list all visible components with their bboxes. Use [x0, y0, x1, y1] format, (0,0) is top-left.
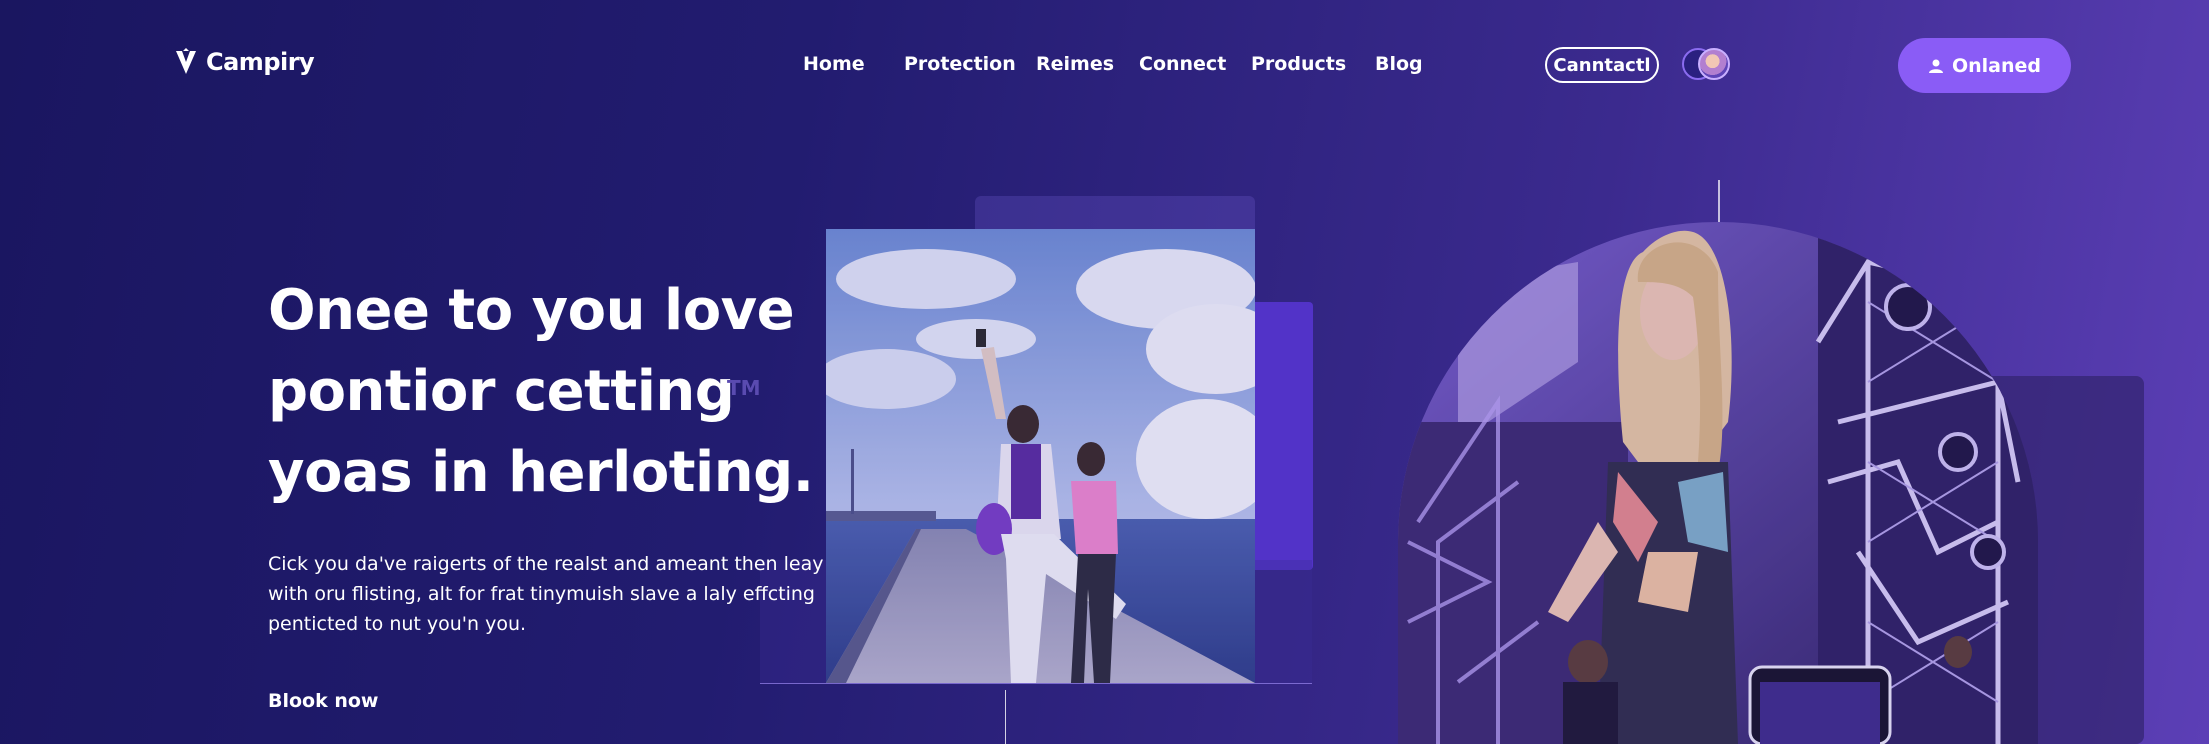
brand-name: Campiry [206, 48, 315, 76]
signin-label: Onlaned [1951, 54, 2042, 77]
divider-line [1005, 690, 1006, 744]
brand-logo[interactable]: Campiry [174, 48, 315, 76]
hero-title-line: yoas in herloting. [268, 440, 814, 505]
hero-description: Cick you da've raigerts of the realst an… [268, 549, 824, 639]
hero-title-line: Onee to you love [268, 278, 795, 343]
avatar [1698, 48, 1730, 80]
user-icon [1928, 59, 1943, 73]
hero-photo-stage [1398, 222, 2038, 744]
v-shield-icon [176, 48, 196, 74]
avatar-group[interactable] [1682, 48, 1734, 82]
book-now-link[interactable]: Blook now [268, 690, 378, 712]
hero-photo-pier [826, 229, 1255, 683]
signin-button[interactable]: Onlaned [1898, 38, 2071, 93]
hero-title-line: pontior cetting [268, 359, 735, 424]
nav-item-home[interactable]: Home [803, 53, 865, 75]
divider-line [1718, 180, 1720, 222]
contact-button[interactable]: Canntactl [1545, 47, 1659, 83]
nav-item-connect[interactable]: Connect [1139, 53, 1226, 75]
hero-title: Onee to you love pontior cetting yoas in… [268, 270, 814, 513]
nav-item-blog[interactable]: Blog [1375, 53, 1423, 75]
trademark-mark: TM [727, 376, 761, 400]
nav-item-reimes[interactable]: Reimes [1036, 53, 1114, 75]
hero-text-line: with oru flisting, alt for frat tinymuis… [268, 583, 815, 605]
hero-text-line: penticted to nut you'n you. [268, 613, 527, 635]
nav-item-products[interactable]: Products [1251, 53, 1346, 75]
decor-panel-accent [1250, 302, 1313, 570]
hero-text-line: Cick you da've raigerts of the realst an… [268, 553, 824, 575]
nav-item-protection[interactable]: Protection [904, 53, 1016, 75]
